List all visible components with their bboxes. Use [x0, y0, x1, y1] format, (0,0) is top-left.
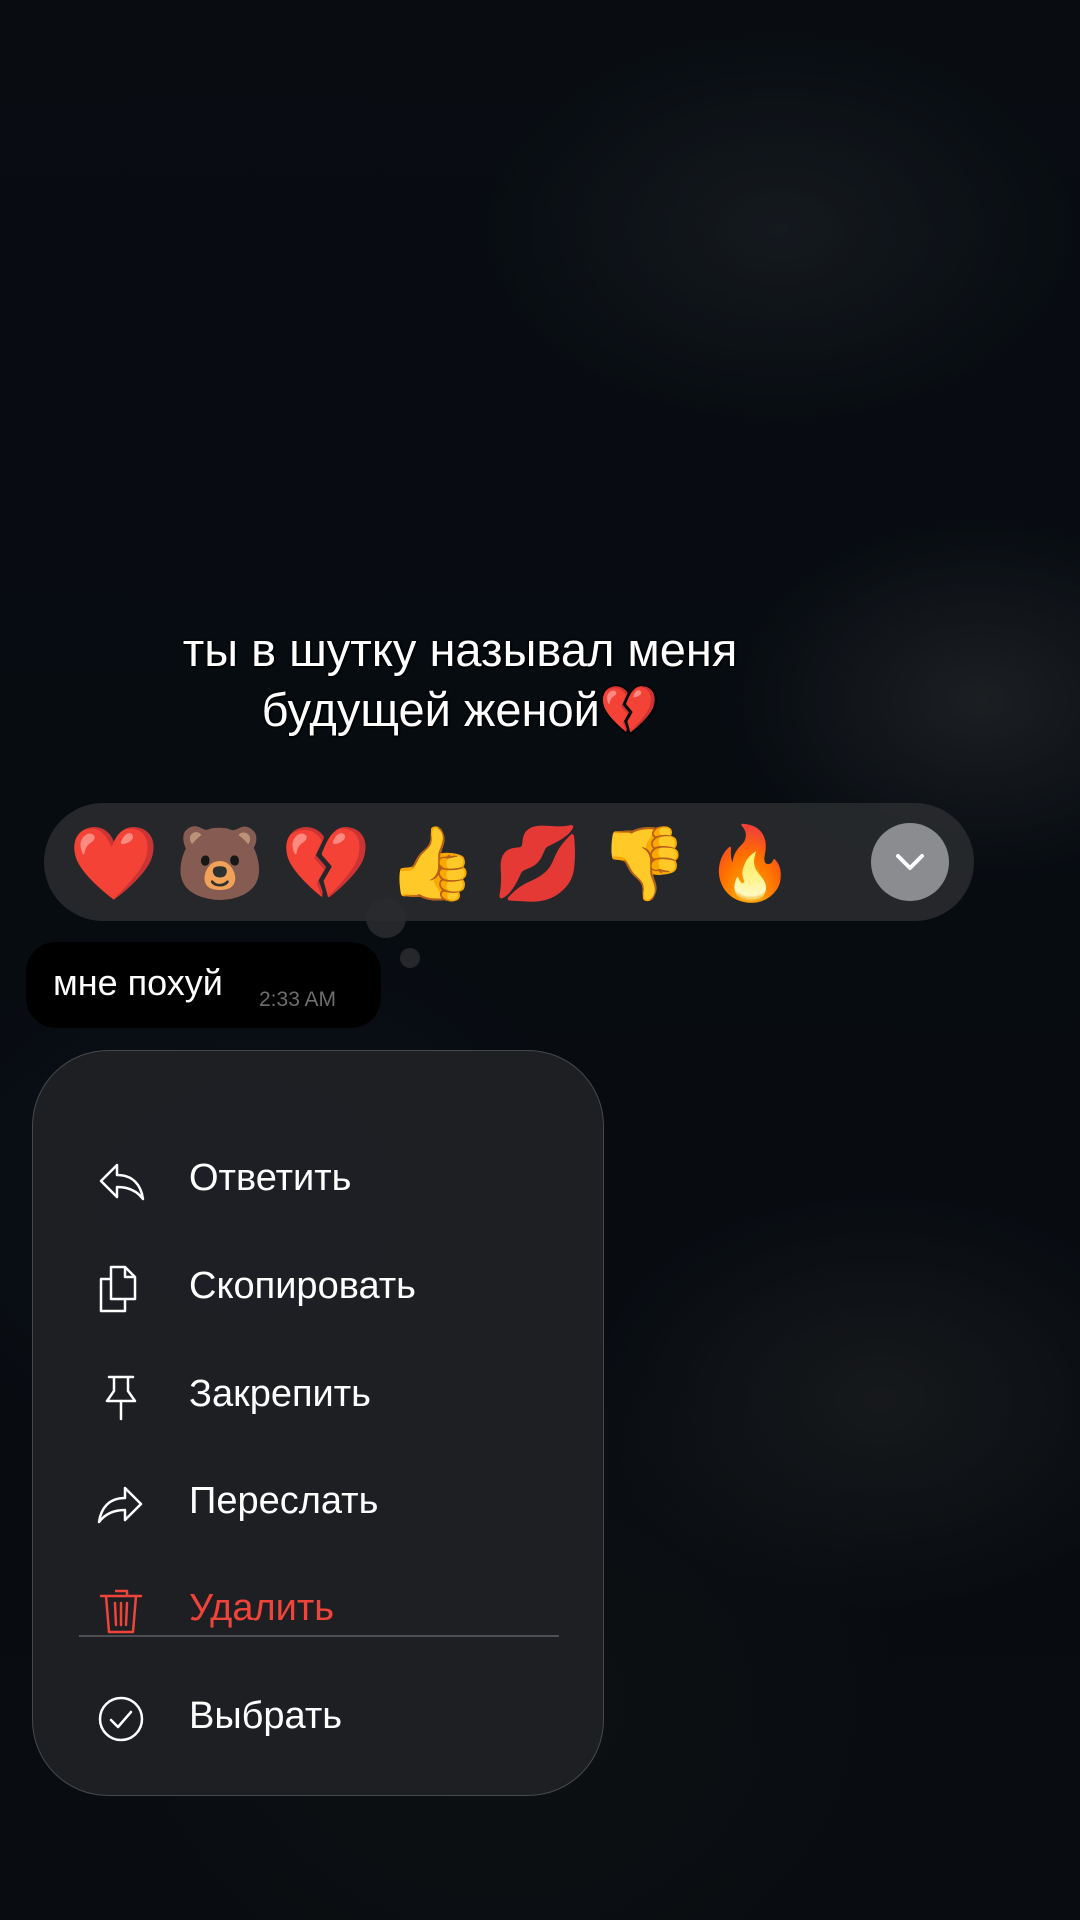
reaction-bear-sticker[interactable]: 🐻 [172, 815, 268, 911]
reaction-thumbs-down[interactable]: 👎 [596, 815, 692, 911]
menu-item-select-label: Выбрать [189, 1695, 343, 1737]
chevron-down-icon [896, 854, 924, 870]
copy-icon [99, 1265, 137, 1313]
context-menu: Ответить Скопировать Закрепить Переслать [32, 1050, 604, 1796]
trash-icon [99, 1589, 143, 1634]
menu-divider [79, 1635, 559, 1637]
reaction-bar-tail-small [400, 948, 420, 968]
reaction-heart[interactable]: ❤️ [66, 815, 162, 911]
reaction-fire[interactable]: 🔥 [702, 815, 798, 911]
menu-item-reply-label: Ответить [189, 1157, 352, 1199]
menu-item-pin-label: Закрепить [189, 1373, 371, 1415]
reaction-thumbs-up[interactable]: 👍 [384, 815, 480, 911]
reaction-bar: ❤️ 🐻 💔 👍 💋 👎 🔥 [44, 803, 974, 921]
reaction-broken-heart[interactable]: 💔 [278, 815, 374, 911]
menu-item-reply[interactable]: Ответить [33, 1131, 603, 1231]
forward-icon [97, 1486, 143, 1524]
menu-item-forward[interactable]: Переслать [33, 1454, 603, 1554]
message-text: мне похуй [53, 962, 223, 1003]
message-timestamp: 2:33 AM [259, 988, 337, 1011]
caption-line-1: ты в шутку называл меня [182, 623, 738, 676]
menu-item-copy-label: Скопировать [189, 1265, 416, 1307]
reaction-kiss[interactable]: 💋 [490, 815, 586, 911]
menu-item-pin[interactable]: Закрепить [33, 1347, 603, 1447]
overlay-caption: ты в шутку называл меня будущей женой💔 [60, 620, 860, 740]
pin-icon [105, 1375, 137, 1421]
menu-item-select[interactable]: Выбрать [33, 1669, 603, 1769]
message-bubble[interactable]: мне похуй 2:33 AM [26, 942, 381, 1028]
reply-icon [99, 1163, 145, 1201]
menu-item-delete[interactable]: Удалить [33, 1561, 603, 1661]
more-reactions-button[interactable] [871, 823, 949, 901]
menu-item-forward-label: Переслать [189, 1480, 379, 1522]
select-check-icon [98, 1696, 144, 1742]
menu-item-copy[interactable]: Скопировать [33, 1239, 603, 1339]
caption-line-2: будущей женой💔 [261, 683, 659, 736]
reaction-bar-tail [366, 898, 406, 938]
menu-item-delete-label: Удалить [189, 1587, 335, 1629]
